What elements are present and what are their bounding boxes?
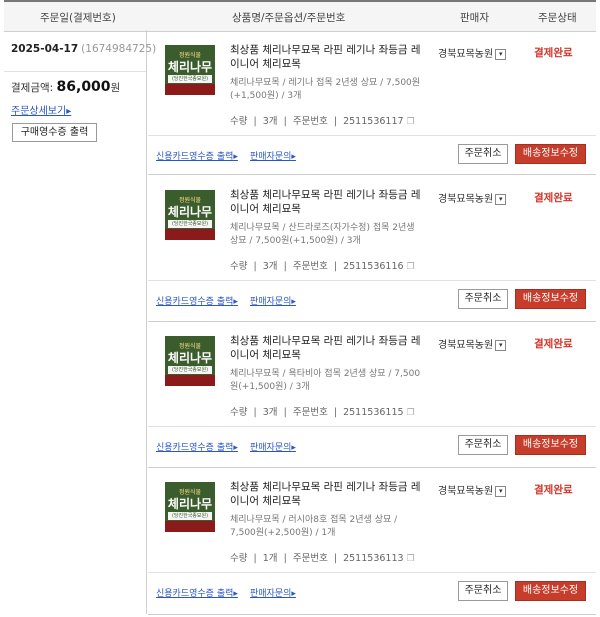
thumb-title: 체리나무 (167, 497, 213, 511)
product-thumbnail[interactable]: 정원식물 체리나무 (당진한국종묘원) (165, 336, 215, 386)
thumb-band: (당진한국종묘원) (168, 366, 212, 374)
thumb-band: (당진한국종묘원) (168, 75, 212, 83)
seller-name[interactable]: 경북묘목농원 ▾ (438, 190, 507, 205)
divider (148, 572, 596, 573)
col-seller: 판매자 (460, 12, 489, 24)
order-status: 결제완료 (534, 47, 573, 59)
order-number: 2511536115 (343, 407, 404, 418)
product-title[interactable]: 최상품 체리나무묘목 라핀 레기나 좌등금 레이니어 체리묘목 (230, 334, 430, 362)
order-meta: 수량 | 3개 | 주문번호 | 2511536116 ❐ (230, 261, 415, 272)
divider (4, 71, 146, 72)
edit-shipping-button[interactable]: 배송정보수정 (515, 144, 586, 164)
dropdown-icon[interactable]: ▾ (495, 48, 507, 60)
chevron-right-icon: ▸ (291, 589, 296, 599)
purchase-receipt-button[interactable]: 구매영수증 출력 (12, 123, 97, 142)
order-number: 2511536116 (343, 261, 404, 272)
cherry-image (165, 229, 215, 240)
product-thumbnail[interactable]: 정원식물 체리나무 (당진한국종묘원) (165, 45, 215, 95)
order-option: 체리나무묘목 / 러시아8호 접목 2년생 상묘 / 7,500원(+2,500… (230, 515, 398, 538)
chevron-right-icon: ▸ (291, 297, 296, 307)
copy-icon[interactable]: ❐ (407, 117, 415, 127)
seller-inquiry-link[interactable]: 판매자문의▸ (250, 294, 296, 307)
product-title[interactable]: 최상품 체리나무묘목 라핀 레기나 좌등금 레이니어 체리묘목 (230, 43, 430, 71)
order-option: 체리나무묘목 / 욕타비아 접목 2년생 상묘 / 7,500원(+1,500원… (230, 369, 421, 392)
seller-name[interactable]: 경북묘목농원 ▾ (438, 336, 507, 351)
thumb-title: 체리나무 (167, 205, 213, 219)
order-meta: 수량 | 3개 | 주문번호 | 2511536117 ❐ (230, 116, 415, 127)
col-status: 주문상태 (538, 12, 577, 24)
order-detail-link[interactable]: 주문상세보기▸ (11, 102, 71, 117)
quantity: 3개 (262, 116, 278, 127)
cherry-image (165, 84, 215, 95)
chevron-right-icon: ▸ (233, 297, 238, 307)
divider (148, 426, 596, 427)
order-row: 정원식물 체리나무 (당진한국종묘원) 최상품 체리나무묘목 라핀 레기나 좌등… (148, 467, 596, 615)
card-receipt-link[interactable]: 신용카드영수증 출력▸ (156, 586, 238, 599)
cancel-order-button[interactable]: 주문취소 (458, 581, 508, 601)
order-status: 결제완료 (534, 484, 573, 496)
seller-name[interactable]: 경북묘목농원 ▾ (438, 45, 507, 60)
divider (148, 280, 596, 281)
cancel-order-button[interactable]: 주문취소 (458, 435, 508, 455)
order-date: 2025-04-17 (1674984725) (11, 43, 157, 55)
product-thumbnail[interactable]: 정원식물 체리나무 (당진한국종묘원) (165, 190, 215, 240)
edit-shipping-button[interactable]: 배송정보수정 (515, 289, 586, 309)
cherry-image (165, 375, 215, 386)
chevron-right-icon: ▸ (291, 443, 296, 453)
col-order-date: 주문일(결제번호) (40, 12, 116, 24)
seller-inquiry-link[interactable]: 판매자문의▸ (250, 586, 296, 599)
col-product: 상품명/주문옵션/주문번호 (232, 12, 346, 24)
chevron-right-icon: ▸ (233, 152, 238, 162)
chevron-right-icon: ▸ (233, 443, 238, 453)
product-title[interactable]: 최상품 체리나무묘목 라핀 레기나 좌등금 레이니어 체리묘목 (230, 188, 430, 216)
copy-icon[interactable]: ❐ (407, 554, 415, 564)
order-meta: 수량 | 3개 | 주문번호 | 2511536115 ❐ (230, 407, 415, 418)
order-summary: 2025-04-17 (1674984725) 결제금액: 86,000원 주문상… (4, 30, 156, 614)
chevron-right-icon: ▸ (233, 589, 238, 599)
seller-inquiry-link[interactable]: 판매자문의▸ (250, 440, 296, 453)
quantity: 3개 (262, 261, 278, 272)
thumb-title: 체리나무 (167, 60, 213, 74)
card-receipt-link[interactable]: 신용카드영수증 출력▸ (156, 440, 238, 453)
divider (148, 135, 596, 136)
order-list: 주문일(결제번호) 상품명/주문옵션/주문번호 판매자 주문상태 2025-04… (0, 0, 600, 617)
payment-number: (1674984725) (81, 43, 157, 55)
order-number: 2511536113 (343, 553, 404, 564)
cancel-order-button[interactable]: 주문취소 (458, 144, 508, 164)
thumb-title: 체리나무 (167, 351, 213, 365)
copy-icon[interactable]: ❐ (407, 408, 415, 418)
quantity: 3개 (262, 407, 278, 418)
copy-icon[interactable]: ❐ (407, 262, 415, 272)
edit-shipping-button[interactable]: 배송정보수정 (515, 435, 586, 455)
dropdown-icon[interactable]: ▾ (495, 193, 507, 205)
order-status: 결제완료 (534, 338, 573, 350)
order-row: 정원식물 체리나무 (당진한국종묘원) 최상품 체리나무묘목 라핀 레기나 좌등… (148, 321, 596, 468)
seller-name[interactable]: 경북묘목농원 ▾ (438, 482, 507, 497)
order-meta: 수량 | 1개 | 주문번호 | 2511536113 ❐ (230, 553, 415, 564)
edit-shipping-button[interactable]: 배송정보수정 (515, 581, 586, 601)
thumb-band: (당진한국종묘원) (168, 220, 212, 228)
seller-inquiry-link[interactable]: 판매자문의▸ (250, 149, 296, 162)
product-title[interactable]: 최상품 체리나무묘목 라핀 레기나 좌등금 레이니어 체리묘목 (230, 480, 430, 508)
order-option: 체리나무묘목 / 레기나 접목 2년생 상묘 / 7,500원(+1,500원)… (230, 78, 421, 101)
thumb-band: (당진한국종묘원) (168, 512, 212, 520)
order-option: 체리나무묘목 / 산드라로즈(자가수정) 접목 2년생 상묘 / 7,500원(… (230, 223, 415, 246)
order-number: 2511536117 (343, 116, 404, 127)
quantity: 1개 (262, 553, 278, 564)
chevron-right-icon: ▸ (291, 152, 296, 162)
dropdown-icon[interactable]: ▾ (495, 485, 507, 497)
product-thumbnail[interactable]: 정원식물 체리나무 (당진한국종묘원) (165, 482, 215, 532)
order-status: 결제완료 (534, 192, 573, 204)
card-receipt-link[interactable]: 신용카드영수증 출력▸ (156, 149, 238, 162)
dropdown-icon[interactable]: ▾ (495, 339, 507, 351)
order-row: 정원식물 체리나무 (당진한국종묘원) 최상품 체리나무묘목 라핀 레기나 좌등… (148, 30, 596, 175)
cherry-image (165, 521, 215, 532)
chevron-right-icon: ▸ (66, 106, 72, 117)
payment-amount: 결제금액: 86,000원 (11, 79, 121, 95)
cancel-order-button[interactable]: 주문취소 (458, 289, 508, 309)
table-header: 주문일(결제번호) 상품명/주문옵션/주문번호 판매자 주문상태 (4, 0, 596, 32)
card-receipt-link[interactable]: 신용카드영수증 출력▸ (156, 294, 238, 307)
order-row: 정원식물 체리나무 (당진한국종묘원) 최상품 체리나무묘목 라핀 레기나 좌등… (148, 175, 596, 322)
